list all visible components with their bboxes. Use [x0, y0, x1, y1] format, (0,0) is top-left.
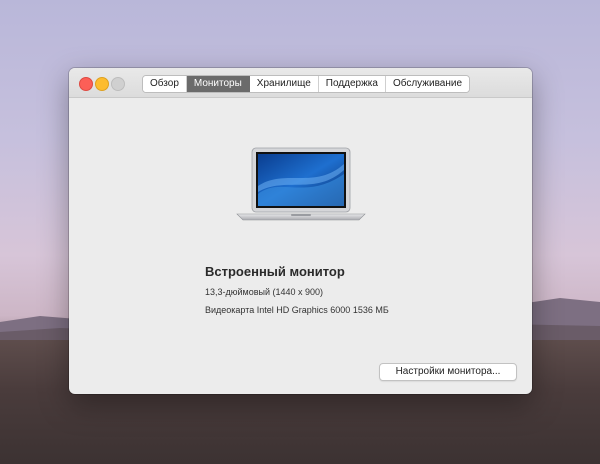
zoom-button: [111, 77, 125, 91]
tab-displays[interactable]: Мониторы: [186, 76, 250, 92]
tab-bar: Обзор Мониторы Хранилище Поддержка Обслу…: [142, 75, 471, 93]
display-settings-button[interactable]: Настройки монитора...: [379, 363, 517, 381]
tab-overview[interactable]: Обзор: [143, 76, 187, 92]
display-title: Встроенный монитор: [205, 264, 345, 279]
tab-storage[interactable]: Хранилище: [249, 76, 319, 92]
title-bar: Обзор Мониторы Хранилище Поддержка Обслу…: [69, 68, 532, 98]
display-size: 13,3-дюймовый (1440 x 900): [205, 287, 324, 297]
about-this-mac-window: Обзор Мониторы Хранилище Поддержка Обслу…: [69, 68, 532, 394]
graphics-card: Видеокарта Intel HD Graphics 6000 1536 М…: [205, 305, 389, 315]
tab-support[interactable]: Поддержка: [318, 76, 386, 92]
close-button[interactable]: [79, 77, 93, 91]
minimize-button[interactable]: [95, 77, 109, 91]
laptop-image: [236, 147, 366, 221]
tab-service[interactable]: Обслуживание: [385, 76, 470, 92]
